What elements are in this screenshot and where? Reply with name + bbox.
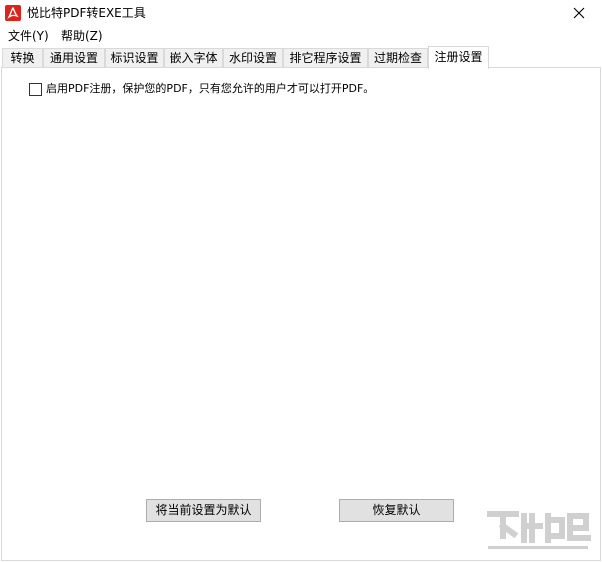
registration-settings-panel: [1, 67, 601, 561]
watermark-logo-icon: [487, 511, 591, 549]
save-as-default-button[interactable]: 将当前设置为默认: [146, 499, 261, 522]
tab-general-settings[interactable]: 通用设置: [43, 48, 105, 68]
title-bar: 悦比特PDF转EXE工具: [0, 0, 602, 26]
close-icon: [573, 7, 585, 19]
enable-registration-checkbox[interactable]: [29, 82, 42, 96]
enable-registration-label: 启用PDF注册，保护您的PDF，只有您允许的用户才可以打开PDF。: [46, 82, 375, 95]
enable-registration-option[interactable]: 启用PDF注册，保护您的PDF，只有您允许的用户才可以打开PDF。: [29, 81, 374, 97]
menu-file[interactable]: 文件(Y): [6, 28, 51, 44]
tab-expiry-check[interactable]: 过期检查: [368, 48, 428, 68]
tab-identity-settings[interactable]: 标识设置: [105, 48, 164, 68]
tab-embed-fonts[interactable]: 嵌入字体: [164, 48, 223, 68]
tab-watermark-settings[interactable]: 水印设置: [223, 48, 283, 68]
tab-registration-settings[interactable]: 注册设置: [428, 46, 489, 69]
close-button[interactable]: [556, 0, 602, 26]
tab-strip: 转换 通用设置 标识设置 嵌入字体 水印设置 排它程序设置 过期检查 注册设置: [0, 46, 602, 69]
pdf-app-icon: [5, 5, 21, 21]
restore-default-button[interactable]: 恢复默认: [339, 499, 454, 522]
window-title: 悦比特PDF转EXE工具: [27, 6, 146, 20]
menu-bar: 文件(Y) 帮助(Z): [0, 26, 602, 46]
tab-convert[interactable]: 转换: [2, 48, 43, 68]
tab-exclusive-program-settings[interactable]: 排它程序设置: [283, 48, 368, 68]
menu-help[interactable]: 帮助(Z): [59, 28, 105, 44]
